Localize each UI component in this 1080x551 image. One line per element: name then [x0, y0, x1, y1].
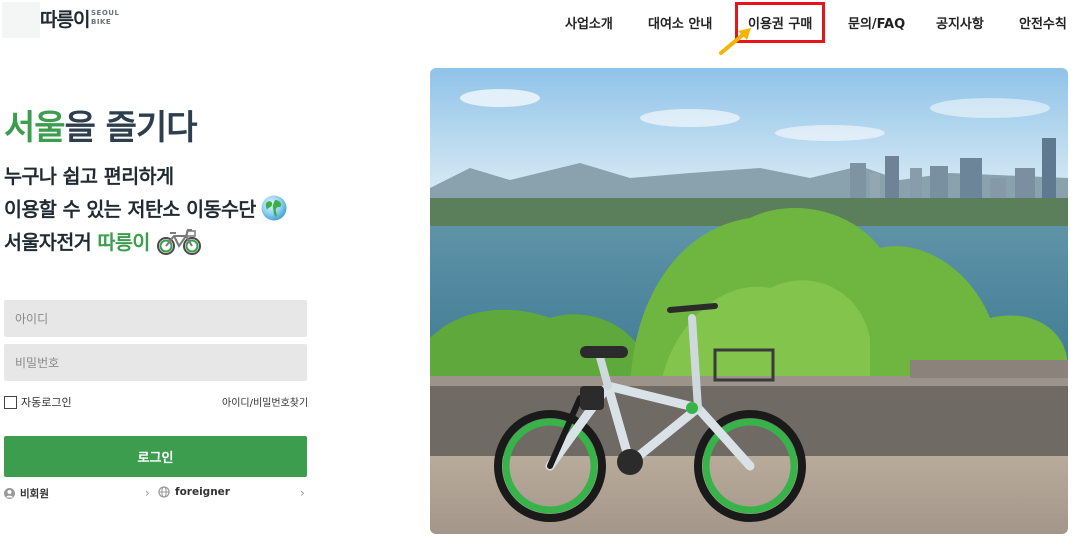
hero-description: 누구나 쉽고 편리하게 이용할 수 있는 저탄소 이동수단 서울자전거 따릉이: [4, 160, 288, 259]
nav-item-stations[interactable]: 대여소 안내: [648, 13, 712, 32]
logo-subtext: SEOUL BIKE: [91, 9, 120, 26]
chevron-right-icon: ›: [145, 486, 150, 500]
guest-link[interactable]: 비회원: [4, 486, 49, 501]
hero-line-3: 서울자전거 따릉이: [4, 226, 288, 259]
logo-placeholder: [2, 2, 40, 38]
auto-login-checkbox[interactable]: [4, 395, 17, 409]
nav-item-about[interactable]: 사업소개: [565, 13, 613, 32]
login-button[interactable]: 로그인: [4, 436, 307, 477]
hero-photo: [430, 68, 1068, 534]
id-input[interactable]: [4, 300, 307, 337]
password-input[interactable]: [4, 344, 307, 381]
pointer-arrow-icon: [719, 28, 751, 55]
globe-icon: [261, 195, 287, 221]
chevron-right-icon: ›: [300, 486, 305, 500]
globe-small-icon: [158, 486, 170, 498]
foreigner-label: foreigner: [175, 486, 230, 498]
hero-line-1: 누구나 쉽고 편리하게: [4, 165, 174, 188]
nav-item-notice[interactable]: 공지사항: [936, 13, 984, 32]
foreigner-link[interactable]: foreigner: [158, 486, 230, 498]
nav-item-faq[interactable]: 문의/FAQ: [848, 13, 905, 32]
nav-item-safety[interactable]: 안전수칙: [1019, 13, 1067, 32]
guest-label: 비회원: [20, 488, 49, 500]
logo-text[interactable]: 따릉이: [40, 5, 90, 32]
auto-login-label: 자동로그인: [21, 396, 72, 409]
hero-line-2: 이용할 수 있는 저탄소 이동수단: [4, 193, 288, 226]
auto-login-option[interactable]: 자동로그인: [4, 394, 72, 410]
bicycle-icon: [156, 229, 201, 255]
user-icon: [4, 488, 15, 499]
find-id-password-link[interactable]: 아이디/비밀번호찾기: [222, 394, 308, 409]
hero-title: 서울을 즐기다: [4, 108, 198, 148]
